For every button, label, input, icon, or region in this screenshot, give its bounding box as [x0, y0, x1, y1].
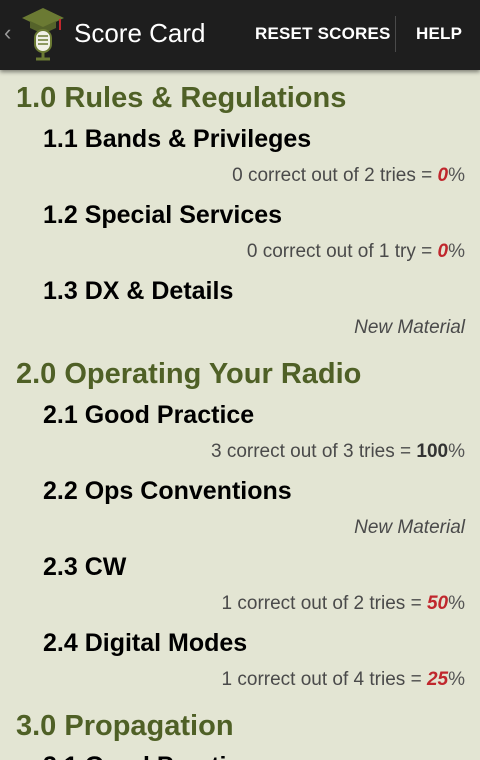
topic-title[interactable]: 1.2 Special Services	[43, 201, 282, 230]
score-percent: 0	[437, 241, 449, 262]
topic-title[interactable]: 1.3 DX & Details	[43, 277, 233, 306]
score-percent: 25	[426, 669, 449, 690]
percent-sign: %	[448, 165, 465, 186]
topic-score: 3 correct out of 3 tries = 100%	[211, 441, 465, 463]
section-heading: 3.0 Propagation	[16, 710, 234, 742]
up-chevron-icon[interactable]: ‹	[4, 20, 11, 46]
new-material-status: New Material	[354, 517, 465, 538]
action-bar: ‹ Score Card RESET SCORES HELP	[0, 0, 480, 70]
score-percent: 0	[437, 165, 449, 186]
topic-title[interactable]: 2.3 CW	[43, 553, 126, 582]
percent-sign: %	[448, 669, 465, 690]
action-divider	[395, 16, 396, 52]
score-text: 0 correct out of 1 try =	[246, 241, 438, 262]
reset-scores-button[interactable]: RESET SCORES	[255, 24, 391, 44]
page-title: Score Card	[74, 18, 206, 48]
section-heading: 2.0 Operating Your Radio	[16, 358, 362, 390]
topic-title[interactable]: 2.2 Ops Conventions	[43, 477, 292, 506]
topic-title[interactable]: 2.1 Good Practice	[43, 401, 254, 430]
score-text: 1 correct out of 4 tries =	[221, 669, 427, 690]
percent-sign: %	[448, 441, 465, 462]
topic-title[interactable]: 1.1 Bands & Privileges	[43, 125, 311, 154]
section-heading: 1.0 Rules & Regulations	[16, 82, 347, 114]
score-percent: 100	[416, 441, 449, 462]
app-logo-microphone-icon[interactable]	[20, 6, 66, 62]
score-text: 1 correct out of 2 tries =	[221, 593, 427, 614]
new-material-status: New Material	[354, 317, 465, 338]
topic-score: 0 correct out of 1 try = 0%	[247, 241, 465, 263]
topic-score: 1 correct out of 2 tries = 50%	[222, 593, 465, 615]
topic-title[interactable]: 2.4 Digital Modes	[43, 629, 247, 658]
topic-score: 0 correct out of 2 tries = 0%	[232, 165, 465, 187]
percent-sign: %	[448, 593, 465, 614]
topic-title[interactable]: 3.1 Good Practice	[43, 752, 254, 760]
score-percent: 50	[426, 593, 449, 614]
percent-sign: %	[448, 241, 465, 262]
score-text: 0 correct out of 2 tries =	[232, 165, 438, 186]
score-list[interactable]: 1.0 Rules & Regulations 1.1 Bands & Priv…	[0, 70, 480, 760]
score-text: 3 correct out of 3 tries =	[210, 441, 417, 462]
topic-score: 1 correct out of 4 tries = 25%	[222, 669, 465, 691]
help-button[interactable]: HELP	[416, 24, 462, 44]
